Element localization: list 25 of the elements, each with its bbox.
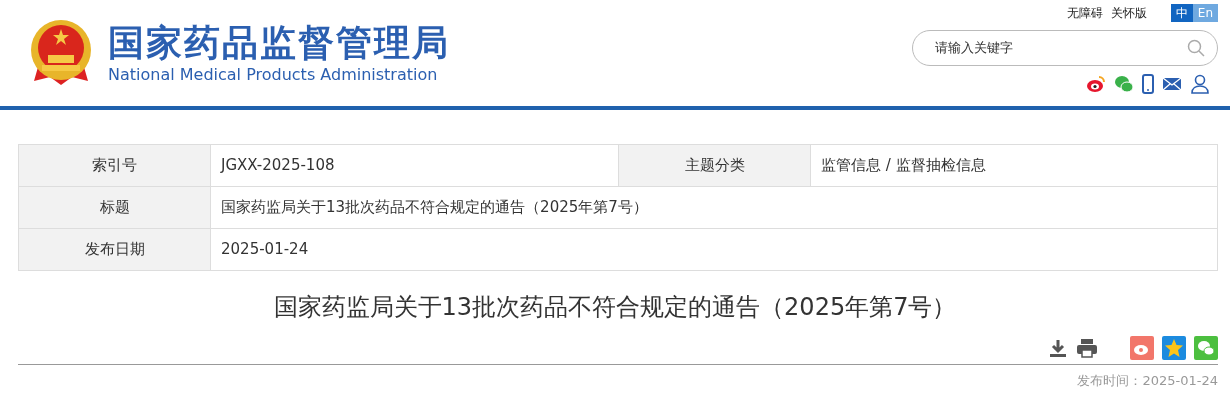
star-share-icon[interactable] xyxy=(1162,335,1186,360)
language-tab[interactable]: 中 xyxy=(1170,4,1193,22)
site-subtitle: National Medical Products Administration xyxy=(108,63,439,86)
field-value: 2025-01-24 xyxy=(210,228,1218,271)
publish-time: 发布时间：2025-01-24 xyxy=(1077,372,1218,388)
field-value: 监管信息 / 监督抽检信息 xyxy=(810,144,1218,187)
field-value: JGXX-2025-108 xyxy=(210,144,619,187)
site-title: 国家药品监督管理局 xyxy=(108,23,450,63)
wechat-icon[interactable] xyxy=(1114,74,1134,94)
field-label: 索引号 xyxy=(18,144,211,187)
field-label: 发布日期 xyxy=(18,228,211,271)
field-value: 国家药监局关于13批次药品不符合规定的通告（2025年第7号） xyxy=(210,186,1218,229)
mobile-icon[interactable] xyxy=(1142,74,1154,94)
field-label: 主题分类 xyxy=(618,144,811,187)
field-label: 标题 xyxy=(18,186,211,229)
download-icon[interactable] xyxy=(1048,337,1068,358)
print-icon[interactable] xyxy=(1076,337,1098,358)
emblem-icon xyxy=(30,19,92,87)
weibo-icon[interactable] xyxy=(1086,74,1106,94)
weibo-share-icon[interactable] xyxy=(1130,335,1154,360)
wechat-share-icon[interactable] xyxy=(1194,335,1218,360)
header-link[interactable]: 无障碍 xyxy=(1066,4,1103,22)
article-title: 国家药监局关于13批次药品不符合规定的通告（2025年第7号） xyxy=(272,293,958,322)
header-link[interactable]: 关怀版 xyxy=(1110,4,1147,22)
user-icon[interactable] xyxy=(1190,74,1210,94)
